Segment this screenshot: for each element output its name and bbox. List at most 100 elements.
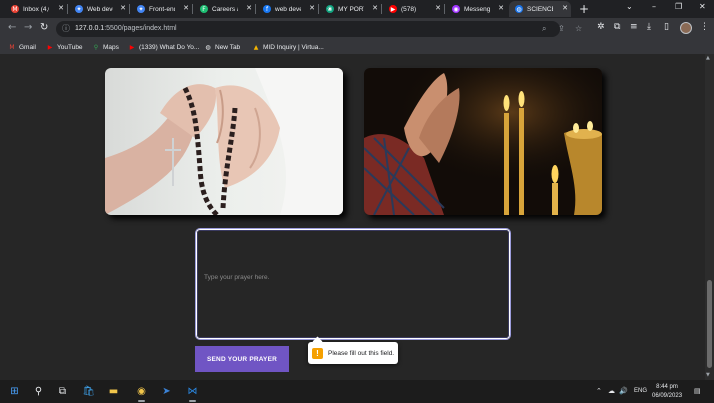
bookmark-star-icon[interactable]: ☆ xyxy=(575,24,582,33)
extension-gear-icon[interactable]: ✲ xyxy=(597,22,605,32)
windows-start-icon[interactable]: ⊞ xyxy=(7,384,22,399)
browser-tab[interactable]: ✦ Front-end ✕ xyxy=(131,1,192,17)
reading-list-icon[interactable]: ≡ xyxy=(630,22,638,32)
windows-taskbar: ⊞ ⚲ ⧉ 🛍 ▬ ◉ ➤ ⋈ ⌃ ☁ 🔊 ENG 8:44 pm 06/09/… xyxy=(0,380,714,403)
tab-title: Inbox (4,0 xyxy=(23,5,49,13)
globe-icon: ◍ xyxy=(205,43,211,51)
validation-message: Please fill out this field. xyxy=(328,349,395,357)
tab-separator xyxy=(192,4,193,14)
show-hidden-icons-icon[interactable]: ⌃ xyxy=(596,387,602,395)
bookmark-label: YouTube xyxy=(57,43,83,51)
extensions-puzzle-icon[interactable]: ⧉ xyxy=(614,22,620,32)
send-prayer-button[interactable]: SEND YOUR PRAYER xyxy=(195,346,289,372)
browser-tab[interactable]: ◉ Messenge ✕ xyxy=(446,1,507,17)
clock-date: 06/09/2023 xyxy=(652,393,683,399)
prayer-textarea-frame[interactable] xyxy=(195,228,511,340)
bank-icon: ▲ xyxy=(253,43,259,51)
messenger-icon: ◉ xyxy=(452,5,460,13)
tab-close-icon[interactable]: ✕ xyxy=(58,4,64,12)
browser-tab[interactable]: M Inbox (4,0 ✕ xyxy=(5,1,67,17)
search-icon[interactable]: ⌕ xyxy=(542,24,546,34)
tab-close-icon[interactable]: ✕ xyxy=(435,4,441,12)
minimize-button[interactable]: – xyxy=(652,2,656,11)
tab-title: Front-end xyxy=(149,5,175,13)
bookmark-item[interactable]: M Gmail xyxy=(8,42,36,52)
tab-close-icon[interactable]: ✕ xyxy=(120,4,126,12)
globe-icon: ◍ xyxy=(515,5,523,13)
network-icon[interactable]: ☁ xyxy=(608,387,615,395)
browser-tab[interactable]: F Careers at ✕ xyxy=(194,1,255,17)
bookmarks-bar: M Gmail ▶ YouTube ⚲ Maps ▶ (1339) What Do Yo...… xyxy=(0,40,714,54)
youtube-icon: ▶ xyxy=(389,5,397,13)
notifications-icon[interactable]: ▤ xyxy=(694,387,701,395)
browser-tab[interactable]: ✦ Web devel ✕ xyxy=(69,1,129,17)
tab-close-icon[interactable]: ✕ xyxy=(498,4,504,12)
maps-icon: ⚲ xyxy=(93,43,99,51)
facebook-icon: f xyxy=(263,5,271,13)
vscode-icon[interactable]: ⋈ xyxy=(185,384,200,402)
youtube-icon: ▶ xyxy=(47,43,53,51)
taskbar-clock[interactable]: 8:44 pm 06/09/2023 xyxy=(652,383,682,401)
tab-title: (578) xyxy=(401,5,417,13)
tab-close-icon[interactable]: ✕ xyxy=(372,4,378,12)
tab-close-icon[interactable]: ✕ xyxy=(183,4,189,12)
tab-close-icon[interactable]: ✕ xyxy=(246,4,252,12)
new-tab-button[interactable]: + xyxy=(579,2,589,16)
warning-icon: ! xyxy=(312,347,323,359)
prayer-textarea[interactable] xyxy=(204,274,494,294)
chrome-icon[interactable]: ◉ xyxy=(134,384,149,402)
scroll-up-arrow-icon[interactable]: ▲ xyxy=(706,55,710,61)
address-bar[interactable]: ⓘ 127.0.0.1:5500/pages/index.html ⌕ ⇪ ☆ xyxy=(56,21,582,37)
download-icon[interactable]: ⤓ xyxy=(647,22,651,32)
close-window-button[interactable]: ✕ xyxy=(699,2,706,11)
bookmark-item[interactable]: ◍ New Tab xyxy=(204,42,240,52)
back-button[interactable]: ← xyxy=(8,22,16,33)
tab-close-icon[interactable]: ✕ xyxy=(562,4,568,12)
share-icon[interactable]: ⇪ xyxy=(558,24,565,33)
site-info-icon[interactable]: ⓘ xyxy=(62,23,70,34)
restore-button[interactable]: ❐ xyxy=(675,2,682,11)
youtube-icon: ▶ xyxy=(129,43,135,51)
browser-toolbar: ← → ↻ ⓘ 127.0.0.1:5500/pages/index.html … xyxy=(0,18,714,40)
gemini-icon: ✦ xyxy=(137,5,145,13)
scrollbar-thumb[interactable] xyxy=(707,280,712,368)
bookmark-item[interactable]: ▶ YouTube xyxy=(46,42,83,52)
browser-tab[interactable]: ◍ SCIENCE ✕ xyxy=(509,1,571,17)
reload-button[interactable]: ↻ xyxy=(40,22,48,33)
tab-strip: M Inbox (4,0 ✕ ✦ Web devel ✕ ✦ Front-end ✕ F Caree… xyxy=(0,0,714,18)
fiverr-icon: F xyxy=(200,5,208,13)
gemini-icon: ✦ xyxy=(75,5,83,13)
tab-separator xyxy=(67,4,68,14)
clock-time: 8:44 pm xyxy=(656,384,678,390)
tab-separator xyxy=(129,4,130,14)
task-view-icon[interactable]: ⧉ xyxy=(55,384,70,399)
search-icon[interactable]: ⚲ xyxy=(31,384,46,399)
menu-kebab-icon[interactable]: ⋮ xyxy=(700,22,709,32)
tab-close-icon[interactable]: ✕ xyxy=(309,4,315,12)
tab-title: Careers at xyxy=(212,5,238,13)
url-text[interactable]: 127.0.0.1:5500/pages/index.html xyxy=(75,25,177,32)
bookmark-label: Maps xyxy=(103,43,119,51)
language-indicator[interactable]: ENG xyxy=(634,388,647,394)
page-scrollbar[interactable]: ▲ ▼ xyxy=(705,54,714,380)
profile-avatar[interactable] xyxy=(680,22,692,34)
rosary-hands-photo xyxy=(105,68,343,215)
scroll-down-arrow-icon[interactable]: ▼ xyxy=(706,372,710,378)
browser-tab[interactable]: ❀ MY PORTF ✕ xyxy=(320,1,381,17)
bookmark-item[interactable]: ▶ (1339) What Do Yo... xyxy=(128,42,200,52)
forward-button[interactable]: → xyxy=(24,22,32,33)
browser-tab[interactable]: f web devel ✕ xyxy=(257,1,318,17)
browser-tab[interactable]: ▶ (578) ✕ xyxy=(383,1,444,17)
bookmark-item[interactable]: ⚲ Maps xyxy=(92,42,119,52)
tab-title: web devel xyxy=(275,5,301,13)
tab-search-icon[interactable]: ⌄ xyxy=(626,2,633,11)
file-explorer-icon[interactable]: ▬ xyxy=(106,384,121,399)
candles-prayer-photo xyxy=(364,68,602,215)
store-icon[interactable]: 🛍 xyxy=(81,384,96,399)
onedrive-app-icon[interactable]: ➤ xyxy=(159,384,174,399)
volume-icon[interactable]: 🔊 xyxy=(619,387,628,395)
gmail-icon: M xyxy=(9,43,15,51)
bookmark-item[interactable]: ▲ MID Inquiry | Virtua... xyxy=(252,42,324,52)
tab-title: SCIENCE xyxy=(527,5,553,13)
side-panel-icon[interactable]: ▯ xyxy=(664,22,669,32)
